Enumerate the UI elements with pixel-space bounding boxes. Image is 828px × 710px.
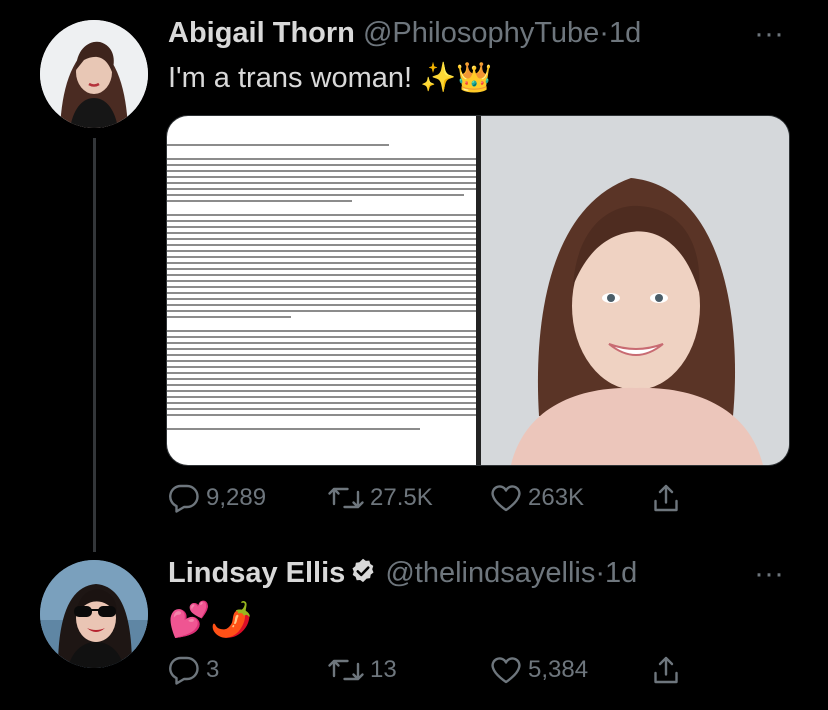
like-count: 5,384 xyxy=(528,656,589,683)
author-name[interactable]: Lindsay Ellis xyxy=(168,557,345,589)
timestamp[interactable]: 1d xyxy=(609,17,641,49)
like-button[interactable]: 263K xyxy=(488,480,584,516)
document-text-lines xyxy=(167,144,476,434)
reply-icon xyxy=(169,656,199,685)
share-button[interactable] xyxy=(648,652,684,688)
like-count: 263K xyxy=(528,484,585,511)
avatar-image xyxy=(40,20,148,128)
author-handle[interactable]: @PhilosophyTube xyxy=(363,17,599,49)
share-icon xyxy=(654,484,678,512)
timestamp[interactable]: 1d xyxy=(605,557,637,589)
retweet-icon xyxy=(328,659,364,681)
share-icon xyxy=(654,656,678,684)
retweet-icon xyxy=(328,487,364,509)
thread-connector-line xyxy=(93,138,96,552)
portrait-photo[interactable] xyxy=(481,116,789,465)
reply-count: 3 xyxy=(206,656,220,683)
tweet-text: I'm a trans woman! ✨👑 xyxy=(168,62,493,94)
portrait-image xyxy=(481,116,789,465)
tweet-header: Abigail Thorn @PhilosophyTube·1d xyxy=(168,16,641,50)
separator-dot: · xyxy=(599,17,609,49)
more-icon[interactable]: ··· xyxy=(754,559,784,589)
tweet-media[interactable] xyxy=(166,115,790,466)
retweet-count: 27.5K xyxy=(370,484,433,511)
like-button[interactable]: 5,384 xyxy=(488,652,588,688)
reply-button[interactable]: 9,289 xyxy=(166,480,266,516)
avatar-image xyxy=(40,560,148,668)
tweet-header: Lindsay Ellis @thelindsayellis·1d xyxy=(168,556,637,593)
verified-icon xyxy=(349,557,377,593)
reply-button[interactable]: 3 xyxy=(166,652,219,688)
tweet-text: 💕🌶️ xyxy=(168,601,253,639)
avatar[interactable] xyxy=(40,560,148,668)
tweet-actions: 9,289 27.5K 263K xyxy=(166,480,706,520)
retweet-button[interactable]: 27.5K xyxy=(326,480,433,516)
tweet-actions: 3 13 5,384 xyxy=(166,652,706,692)
like-icon xyxy=(491,485,521,512)
author-name[interactable]: Abigail Thorn xyxy=(168,17,355,49)
avatar[interactable] xyxy=(40,20,148,128)
author-handle[interactable]: @thelindsayellis xyxy=(385,557,595,589)
reply-count: 9,289 xyxy=(206,484,267,511)
like-icon xyxy=(491,657,521,684)
more-icon[interactable]: ··· xyxy=(754,19,784,49)
separator-dot: · xyxy=(595,557,606,589)
statement-document-image[interactable] xyxy=(167,116,476,465)
retweet-count: 13 xyxy=(370,656,397,683)
retweet-button[interactable]: 13 xyxy=(326,652,397,688)
reply-icon xyxy=(169,484,199,513)
share-button[interactable] xyxy=(648,480,684,516)
